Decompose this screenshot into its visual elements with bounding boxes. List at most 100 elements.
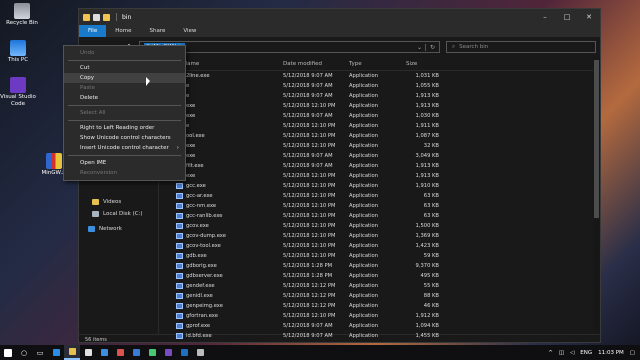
taskbar-app[interactable] [176,345,192,360]
clock[interactable]: 11:03 PM [598,350,624,356]
file-row[interactable]: exe 5/12/2018 12:10 PM Application 1,913 KB [159,101,600,111]
taskbar-app[interactable] [128,345,144,360]
nav-item-network[interactable]: Network [88,226,122,232]
column-header-type[interactable]: Type [349,61,406,67]
file-row[interactable]: exe 5/12/2018 9:07 AM Application 1,030 KB [159,111,600,121]
column-header-size[interactable]: Size [406,61,439,67]
file-name: gcov.exe [186,223,209,229]
menu-item-copy[interactable]: Copy [64,73,185,83]
language-indicator[interactable]: ENG [580,350,592,356]
file-row[interactable]: 2line.exe 5/12/2018 9:07 AM Application 1,0… [159,71,600,81]
minimize-button[interactable]: – [534,9,556,25]
menu-item-label: Delete [80,95,99,101]
chevron-up-icon[interactable]: ^ [548,350,553,356]
file-row[interactable]: gcov-dump.exe 5/12/2018 12:10 PM Applicati… [159,231,600,241]
scrollbar-thumb[interactable] [594,60,599,218]
application-icon [176,283,183,289]
file-row[interactable]: exe 5/12/2018 9:07 AM Application 3,049 KB [159,151,600,161]
ribbon-tabs: File Home Share View [79,25,600,37]
refresh-icon[interactable]: ↻ [424,43,439,51]
file-row[interactable]: e 5/12/2018 9:07 AM Application 1,055 KB [159,81,600,91]
maximize-button[interactable]: □ [556,9,578,25]
folder-icon[interactable] [93,13,100,21]
file-type: Application [349,163,378,169]
taskbar-mail[interactable] [96,345,112,360]
file-size: 59 KB [423,253,439,259]
file-size: 1,087 KB [415,133,439,139]
file-row[interactable]: gendef.exe 5/12/2018 12:12 PM Application 5… [159,281,600,291]
desktop-icon-recycle-bin[interactable]: Recycle Bin [2,3,42,27]
desktop-icon-vscode[interactable]: Visual Studio Code [0,77,38,108]
network-icon[interactable]: ◫ [559,350,564,356]
file-size: 1,913 KB [415,103,439,109]
taskbar-app[interactable] [112,345,128,360]
taskbar-explorer[interactable] [64,345,80,360]
start-button[interactable] [0,345,16,360]
title-bar[interactable]: bin – □ ✕ [79,9,600,25]
file-size: 1,369 KB [415,233,439,239]
menu-item-delete[interactable]: Delete [64,93,185,103]
file-row[interactable]: gcc-nm.exe 5/12/2018 12:10 PM Application 6… [159,201,600,211]
file-name: e [186,123,190,129]
file-row[interactable]: exe 5/12/2018 12:10 PM Application 1,913 KB [159,171,600,181]
folder-icon[interactable] [103,13,110,21]
taskbar-app[interactable] [160,345,176,360]
menu-item-show-unicode-control-characters[interactable]: Show Unicode control characters [64,133,185,143]
file-row[interactable]: gcov-tool.exe 5/12/2018 12:10 PM Applicati… [159,241,600,251]
file-row[interactable]: gdb.exe 5/12/2018 12:10 PM Application 59 K… [159,251,600,261]
column-header-date[interactable]: Date modified [283,61,349,67]
file-row[interactable]: ool.exe 5/12/2018 12:10 PM Application 1,08… [159,131,600,141]
nav-item-local-disk[interactable]: Local Disk (C:) [92,211,143,217]
menu-item-reconversion: Reconversion [64,168,185,178]
taskbar-edge[interactable] [48,345,64,360]
menu-item-insert-unicode-control-character[interactable]: Insert Unicode control character › [64,143,185,153]
menu-item-right-to-left-reading-order[interactable]: Right to Left Reading order [64,123,185,133]
file-name-cell: gcc.exe [159,183,283,189]
file-name-cell: gendef.exe [159,283,283,289]
nav-item-label: Network [99,226,122,232]
search-input[interactable]: ⌕ Search bin [446,41,596,53]
file-row[interactable]: e 5/12/2018 9:07 AM Application 1,913 KB [159,91,600,101]
folder-icon [68,348,76,355]
application-icon [176,303,183,309]
file-date: 5/12/2018 12:10 PM [283,313,336,319]
desktop-icon-this-pc[interactable]: This PC [0,40,38,64]
tab-home[interactable]: Home [106,25,140,37]
task-view-button[interactable]: ▭ [32,345,48,360]
file-name: gcc-ranlib.exe [186,213,223,219]
desktop-icon-label: Recycle Bin [6,20,38,26]
tab-share[interactable]: Share [140,25,174,37]
file-size: 1,910 KB [415,183,439,189]
file-row[interactable]: gcov.exe 5/12/2018 12:10 PM Application 1,5… [159,221,600,231]
tab-view[interactable]: View [174,25,205,37]
nav-item-videos[interactable]: Videos [92,199,121,205]
file-row[interactable]: gcc-ranlib.exe 5/12/2018 12:10 PM Applicat… [159,211,600,221]
file-row[interactable]: gdbserver.exe 5/12/2018 1:28 PM Applicatio… [159,271,600,281]
file-row[interactable]: gprof.exe 5/12/2018 9:07 AM Application 1,0… [159,321,600,331]
file-row[interactable]: gcc.exe 5/12/2018 12:10 PM Application 1,91… [159,181,600,191]
file-row[interactable]: e 5/12/2018 12:10 PM Application 1,911 KB [159,121,600,131]
file-size: 1,913 KB [415,93,439,99]
file-row[interactable]: filt.exe 5/12/2018 9:07 AM Application 1,91… [159,161,600,171]
file-row[interactable]: gcc-ar.exe 5/12/2018 12:10 PM Application 6… [159,191,600,201]
menu-item-label: Undo [80,50,95,56]
desktop-icon-label: Visual Studio Code [0,94,36,107]
file-row[interactable]: genpeimg.exe 5/12/2018 12:12 PM Applicatio… [159,301,600,311]
file-row[interactable]: genidl.exe 5/12/2018 12:12 PM Application 8… [159,291,600,301]
file-row[interactable]: gfortran.exe 5/12/2018 12:10 PM Applicatio… [159,311,600,321]
vertical-scrollbar[interactable] [593,57,600,334]
menu-item-cut[interactable]: Cut [64,63,185,73]
taskbar-app[interactable] [144,345,160,360]
volume-icon[interactable]: ◁ [570,350,574,356]
taskbar-app[interactable] [192,345,208,360]
file-row[interactable]: exe 5/12/2018 12:10 PM Application 32 KB [159,141,600,151]
file-row[interactable]: gdborig.exe 5/12/2018 1:28 PM Application 9… [159,261,600,271]
close-button[interactable]: ✕ [578,9,600,25]
notification-icon[interactable]: ▢ [630,350,635,356]
menu-item-open-ime[interactable]: Open IME [64,158,185,168]
search-button[interactable]: ○ [16,345,32,360]
taskbar-store[interactable] [80,345,96,360]
file-row[interactable]: ld.bfd.exe 5/12/2018 9:07 AM Application 1,… [159,331,600,341]
chevron-down-icon[interactable]: ⌄ [414,44,425,51]
tab-file[interactable]: File [79,25,107,37]
